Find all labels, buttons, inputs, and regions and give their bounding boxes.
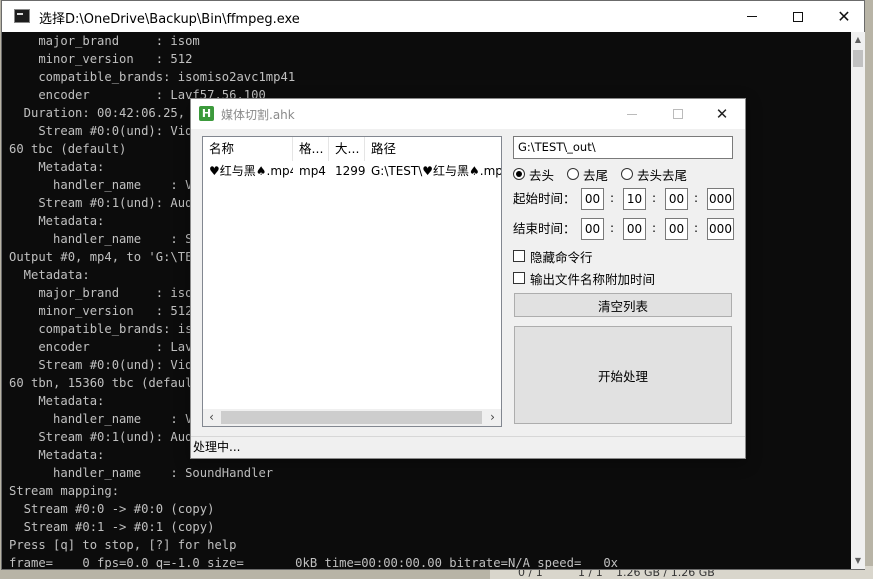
console-line: Stream #0:0 -> #0:0 (copy)	[9, 502, 215, 516]
maximize-icon	[793, 11, 803, 22]
console-line: major_brand : isom	[9, 34, 200, 48]
time-separator: :	[610, 221, 615, 235]
console-line: handler_name : SoundHandler	[9, 466, 274, 480]
scroll-down-icon[interactable]: ▼	[851, 554, 865, 568]
console-title: 选择D:\OneDrive\Backup\Bin\ffmpeg.exe	[39, 12, 300, 27]
console-line: Stream mapping:	[9, 484, 120, 498]
start-minutes-input[interactable]: 10	[623, 188, 646, 210]
radio-label: 去头去尾	[637, 167, 688, 183]
start-seconds-input[interactable]: 00	[665, 188, 688, 210]
dialog-maximize-button[interactable]	[655, 99, 701, 129]
autohotkey-icon: H	[199, 106, 214, 121]
console-line: Press [q] to stop, [?] for help	[9, 538, 237, 552]
start-processing-button[interactable]: 开始处理	[514, 326, 732, 424]
console-titlebar[interactable]: 选择D:\OneDrive\Backup\Bin\ffmpeg.exe ✕	[2, 1, 864, 32]
close-icon: ✕	[715, 105, 729, 123]
checkbox-label: 隐藏命令行	[530, 249, 593, 265]
output-path-input[interactable]: G:\TEST\_out\	[513, 136, 733, 159]
checkbox-indicator[interactable]	[513, 272, 525, 284]
scroll-right-icon[interactable]: ›	[484, 409, 501, 426]
end-minutes-input[interactable]: 00	[623, 218, 646, 240]
file-list-header: 名称 格... 大... 路径	[203, 137, 501, 161]
dialog-close-button[interactable]: ✕	[699, 99, 745, 129]
file-list-hscrollbar[interactable]: ‹ ›	[203, 409, 501, 426]
end-seconds-input[interactable]: 00	[665, 218, 688, 240]
console-line: Stream #0:1 -> #0:1 (copy)	[9, 520, 215, 534]
column-header-format[interactable]: 格...	[293, 137, 329, 161]
checkbox-indicator[interactable]	[513, 250, 525, 262]
column-header-path[interactable]: 路径	[365, 137, 501, 161]
end-millis-input[interactable]: 000	[707, 218, 734, 240]
radio-indicator[interactable]	[513, 168, 525, 180]
radio-label: 去头	[529, 167, 555, 183]
minimize-icon	[747, 16, 757, 17]
clear-list-button[interactable]: 清空列表	[514, 293, 732, 317]
close-icon: ✕	[837, 6, 851, 26]
time-separator: :	[694, 191, 699, 205]
column-header-size[interactable]: 大...	[329, 137, 365, 161]
scrollbar-thumb[interactable]	[853, 50, 863, 67]
console-app-icon	[14, 9, 30, 23]
end-hours-input[interactable]: 00	[581, 218, 604, 240]
radio-indicator[interactable]	[567, 168, 579, 180]
radio-trim-head[interactable]: 去头	[513, 165, 554, 183]
dialog-titlebar[interactable]: H 媒体切割.ahk ✕	[191, 99, 745, 129]
start-millis-input[interactable]: 000	[707, 188, 734, 210]
file-list[interactable]: 名称 格... 大... 路径 ♥红与黑♠.mp4 mp4 1299 G:\TE…	[202, 136, 502, 427]
scroll-up-icon[interactable]: ▲	[851, 33, 865, 47]
column-header-name[interactable]: 名称	[203, 137, 293, 161]
radio-trim-tail[interactable]: 去尾	[567, 165, 608, 183]
media-cut-dialog: H 媒体切割.ahk ✕ 名称 格... 大... 路径 ♥红与黑♠.mp4 m…	[190, 98, 746, 459]
time-separator: :	[652, 221, 657, 235]
cell-path: G:\TEST\♥红与黑♠.mp4	[371, 164, 501, 178]
console-line: compatible_brands: isomiso2avc1mp41	[9, 70, 296, 84]
scroll-left-icon[interactable]: ‹	[203, 409, 220, 426]
maximize-button[interactable]	[775, 1, 821, 32]
start-hours-input[interactable]: 00	[581, 188, 604, 210]
radio-trim-both[interactable]: 去头去尾	[621, 165, 687, 183]
console-line: frame= 0 fps=0.0 q=-1.0 size= 0kB time=0…	[9, 556, 619, 569]
end-time-label: 结束时间：	[513, 221, 576, 236]
console-scrollbar[interactable]: ▲ ▼	[851, 32, 865, 569]
time-separator: :	[652, 191, 657, 205]
time-separator: :	[610, 191, 615, 205]
cell-format: mp4	[299, 164, 326, 178]
append-time-checkbox[interactable]: 输出文件名称附加时间	[513, 270, 656, 287]
start-time-label: 起始时间：	[513, 191, 576, 206]
maximize-icon	[673, 109, 683, 119]
table-row[interactable]: ♥红与黑♠.mp4 mp4 1299 G:\TEST\♥红与黑♠.mp4	[203, 161, 501, 181]
console-line: minor_version : 512	[9, 52, 193, 66]
cell-name: ♥红与黑♠.mp4	[209, 164, 293, 178]
minimize-icon	[627, 113, 637, 115]
close-button[interactable]: ✕	[821, 1, 867, 32]
minimize-button[interactable]	[729, 1, 775, 32]
status-bar: 处理中...	[191, 436, 745, 458]
cell-size: 1299	[335, 164, 365, 178]
dialog-minimize-button[interactable]	[609, 99, 655, 129]
radio-indicator[interactable]	[621, 168, 633, 180]
dialog-title: 媒体切割.ahk	[221, 108, 295, 122]
radio-label: 去尾	[583, 167, 609, 183]
time-separator: :	[694, 221, 699, 235]
hide-console-checkbox[interactable]: 隐藏命令行	[513, 248, 593, 265]
scrollbar-thumb[interactable]	[221, 411, 482, 424]
checkbox-label: 输出文件名称附加时间	[530, 271, 656, 287]
